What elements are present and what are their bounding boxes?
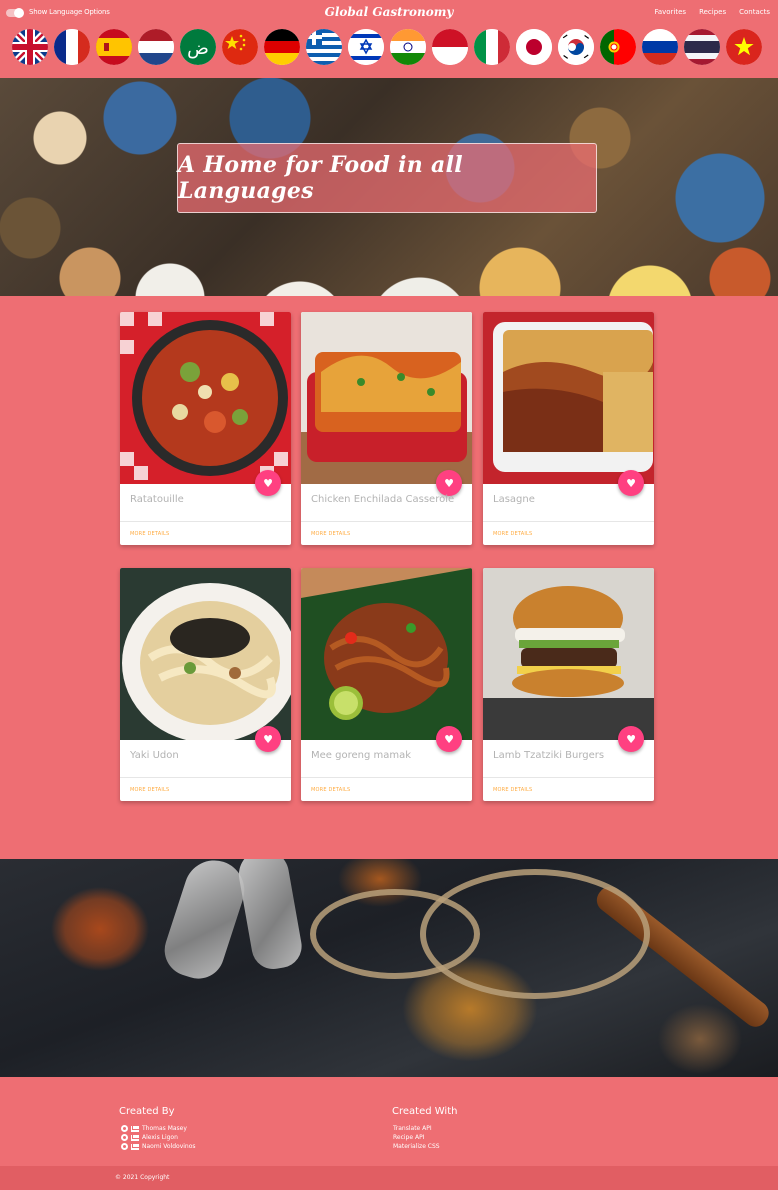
recipe-title: Lamb Tzatziki Burgers xyxy=(493,750,605,761)
author-name: Naomi Voldovinos xyxy=(142,1143,196,1150)
author-item[interactable]: Thomas Masey xyxy=(121,1124,196,1133)
tool-item-recipe-api[interactable]: Recipe API xyxy=(393,1133,440,1142)
recipe-card-chicken-enchilada[interactable]: ♥ Chicken Enchilada Casserole MORE DETAI… xyxy=(301,312,472,545)
heart-icon: ♥ xyxy=(626,732,636,746)
recipe-card-lasagne[interactable]: ♥ Lasagne MORE DETAILS xyxy=(483,312,654,545)
heart-icon: ♥ xyxy=(263,732,273,746)
mail-icon[interactable] xyxy=(131,1143,139,1150)
recipe-card-ratatouille[interactable]: ♥ Ratatouille MORE DETAILS xyxy=(120,312,291,545)
rope-image xyxy=(420,869,650,999)
card-divider xyxy=(483,777,654,778)
recipe-image[interactable] xyxy=(483,312,654,484)
flag-india-icon[interactable] xyxy=(390,29,426,65)
nav-link-recipes[interactable]: Recipes xyxy=(699,8,726,16)
nav-link-favorites[interactable]: Favorites xyxy=(654,8,686,16)
card-divider xyxy=(301,777,472,778)
flag-indonesia-icon[interactable] xyxy=(432,29,468,65)
copyright-bar: © 2021 Copyright xyxy=(0,1166,778,1190)
card-divider xyxy=(120,777,291,778)
language-flags: ض xyxy=(12,29,762,65)
recipe-card-yaki-udon[interactable]: ♥ Yaki Udon MORE DETAILS xyxy=(120,568,291,801)
heart-icon: ♥ xyxy=(444,732,454,746)
flag-germany-icon[interactable] xyxy=(264,29,300,65)
hero-banner: A Home for Food in all Languages xyxy=(0,78,778,296)
heart-icon: ♥ xyxy=(444,476,454,490)
more-details-link[interactable]: MORE DETAILS xyxy=(130,531,169,537)
more-details-link[interactable]: MORE DETAILS xyxy=(130,787,169,793)
github-icon[interactable] xyxy=(121,1134,128,1141)
favorite-heart-button[interactable]: ♥ xyxy=(618,726,644,752)
flag-portugal-icon[interactable] xyxy=(600,29,636,65)
flag-netherlands-icon[interactable] xyxy=(138,29,174,65)
nav-link-contacts[interactable]: Contacts xyxy=(739,8,770,16)
flag-france-icon[interactable] xyxy=(54,29,90,65)
hero-title: A Home for Food in all Languages xyxy=(178,152,463,204)
footer: Created By Thomas Masey Alexis Ligon Nao… xyxy=(0,1077,778,1190)
flag-uk-icon[interactable] xyxy=(12,29,48,65)
flag-israel-icon[interactable] xyxy=(348,29,384,65)
more-details-link[interactable]: MORE DETAILS xyxy=(311,531,350,537)
more-details-link[interactable]: MORE DETAILS xyxy=(493,531,532,537)
recipe-image[interactable] xyxy=(120,568,291,740)
footer-created-by-heading: Created By xyxy=(119,1106,175,1117)
flag-china-icon[interactable] xyxy=(222,29,258,65)
flag-italy-icon[interactable] xyxy=(474,29,510,65)
github-icon[interactable] xyxy=(121,1143,128,1150)
mail-icon[interactable] xyxy=(131,1134,139,1141)
hero-title-box: A Home for Food in all Languages xyxy=(177,143,597,213)
author-item[interactable]: Naomi Voldovinos xyxy=(121,1142,196,1151)
recipe-title: Yaki Udon xyxy=(130,750,179,761)
tools-list: Translate API Recipe API Materialize CSS xyxy=(393,1124,440,1151)
flag-vietnam-icon[interactable] xyxy=(726,29,762,65)
recipe-title: Ratatouille xyxy=(130,494,184,505)
navbar-top: Show Language Options Global Gastronomy … xyxy=(0,0,778,26)
card-divider xyxy=(483,521,654,522)
recipe-title: Mee goreng mamak xyxy=(311,750,412,761)
recipe-image[interactable] xyxy=(120,312,291,484)
more-details-link[interactable]: MORE DETAILS xyxy=(493,787,532,793)
mail-icon[interactable] xyxy=(131,1125,139,1132)
footer-created-with-heading: Created With xyxy=(392,1106,458,1117)
recipe-card-mee-goreng-mamak[interactable]: ♥ Mee goreng mamak MORE DETAILS xyxy=(301,568,472,801)
recipe-image[interactable] xyxy=(301,568,472,740)
tool-item-materialize-css[interactable]: Materialize CSS xyxy=(393,1142,440,1151)
flag-thailand-icon[interactable] xyxy=(684,29,720,65)
author-item[interactable]: Alexis Ligon xyxy=(121,1133,196,1142)
flag-greece-icon[interactable] xyxy=(306,29,342,65)
flag-korea-icon[interactable] xyxy=(558,29,594,65)
nav-links: Favorites Recipes Contacts xyxy=(654,8,770,16)
heart-icon: ♥ xyxy=(626,476,636,490)
flag-japan-icon[interactable] xyxy=(516,29,552,65)
author-name: Thomas Masey xyxy=(142,1125,187,1132)
spoon-image xyxy=(157,859,253,986)
flag-arabic-icon[interactable]: ض xyxy=(180,29,216,65)
copyright-text: © 2021 Copyright xyxy=(115,1174,170,1181)
authors-list: Thomas Masey Alexis Ligon Naomi Voldovin… xyxy=(121,1124,196,1151)
favorite-heart-button[interactable]: ♥ xyxy=(618,470,644,496)
recipe-image[interactable] xyxy=(301,312,472,484)
recipe-image[interactable] xyxy=(483,568,654,740)
favorite-heart-button[interactable]: ♥ xyxy=(436,470,462,496)
spices-banner xyxy=(0,859,778,1077)
card-divider xyxy=(301,521,472,522)
navbar: Show Language Options Global Gastronomy … xyxy=(0,0,778,78)
recipe-title: Chicken Enchilada Casserole xyxy=(311,494,455,505)
favorite-heart-button[interactable]: ♥ xyxy=(255,470,281,496)
author-name: Alexis Ligon xyxy=(142,1134,178,1141)
recipe-card-lamb-tzatziki-burgers[interactable]: ♥ Lamb Tzatziki Burgers MORE DETAILS xyxy=(483,568,654,801)
recipe-title: Lasagne xyxy=(493,494,535,505)
favorite-heart-button[interactable]: ♥ xyxy=(436,726,462,752)
spoon-image xyxy=(234,859,306,973)
github-icon[interactable] xyxy=(121,1125,128,1132)
more-details-link[interactable]: MORE DETAILS xyxy=(311,787,350,793)
heart-icon: ♥ xyxy=(263,476,273,490)
card-divider xyxy=(120,521,291,522)
flag-russia-icon[interactable] xyxy=(642,29,678,65)
tool-item-translate-api[interactable]: Translate API xyxy=(393,1124,440,1133)
favorite-heart-button[interactable]: ♥ xyxy=(255,726,281,752)
flag-spain-icon[interactable] xyxy=(96,29,132,65)
svg-text:ض: ض xyxy=(187,38,209,59)
